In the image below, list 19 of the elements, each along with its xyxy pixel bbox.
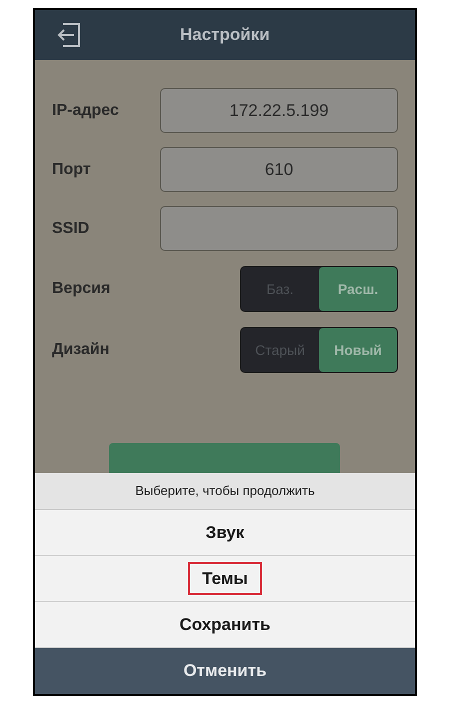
option-label: Сохранить: [179, 614, 271, 636]
input-field[interactable]: 172.22.5.199: [160, 88, 398, 133]
toggle-option[interactable]: Новый: [319, 328, 397, 372]
toggle-label: Версия: [52, 279, 110, 299]
toggle-option[interactable]: Расш.: [319, 267, 397, 311]
header-title: Настройки: [180, 24, 270, 46]
sheet-option[interactable]: Звук: [35, 510, 415, 556]
sheet-title: Выберите, чтобы продолжить: [135, 482, 315, 500]
field-label: SSID: [52, 218, 90, 238]
toggle-label: Дизайн: [52, 340, 110, 360]
cancel-button[interactable]: Отменить: [35, 648, 415, 694]
sheet-option[interactable]: Темы: [35, 556, 415, 602]
back-icon[interactable]: [55, 22, 83, 48]
field-label: IP-адрес: [52, 100, 119, 120]
input-field[interactable]: 610: [160, 147, 398, 192]
option-label: Звук: [206, 522, 244, 544]
field-label: Порт: [52, 160, 91, 180]
highlighted-option-label: Темы: [188, 562, 262, 596]
input-field[interactable]: [160, 206, 398, 251]
